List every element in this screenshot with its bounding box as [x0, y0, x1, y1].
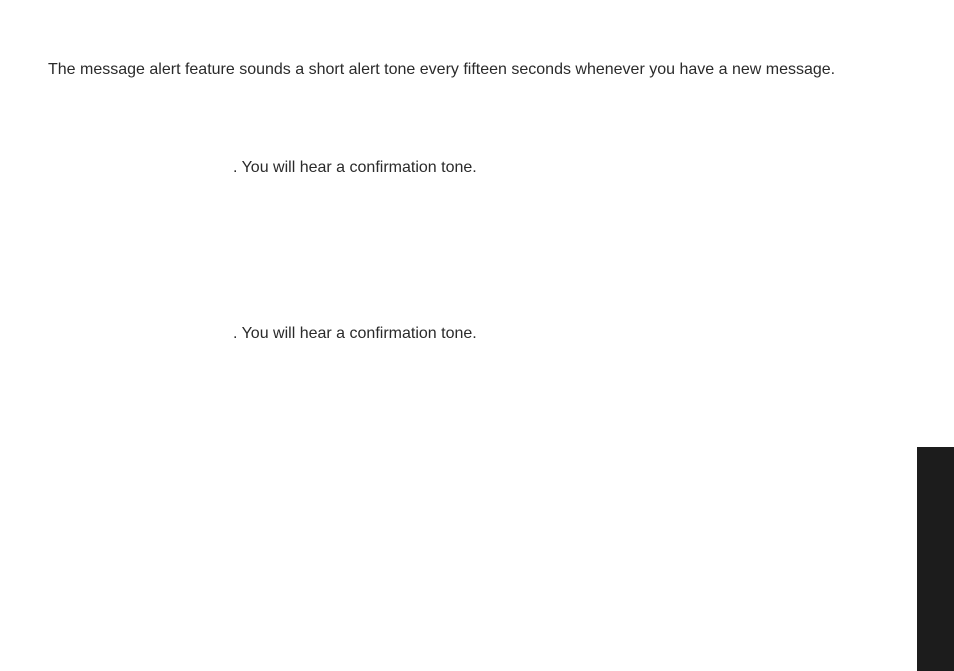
side-tab	[917, 447, 954, 671]
document-content: The message alert feature sounds a short…	[0, 0, 954, 346]
step-text-2: . You will hear a confirmation tone.	[233, 322, 906, 346]
step-text-1: . You will hear a confirmation tone.	[233, 156, 906, 180]
intro-paragraph: The message alert feature sounds a short…	[48, 58, 906, 82]
